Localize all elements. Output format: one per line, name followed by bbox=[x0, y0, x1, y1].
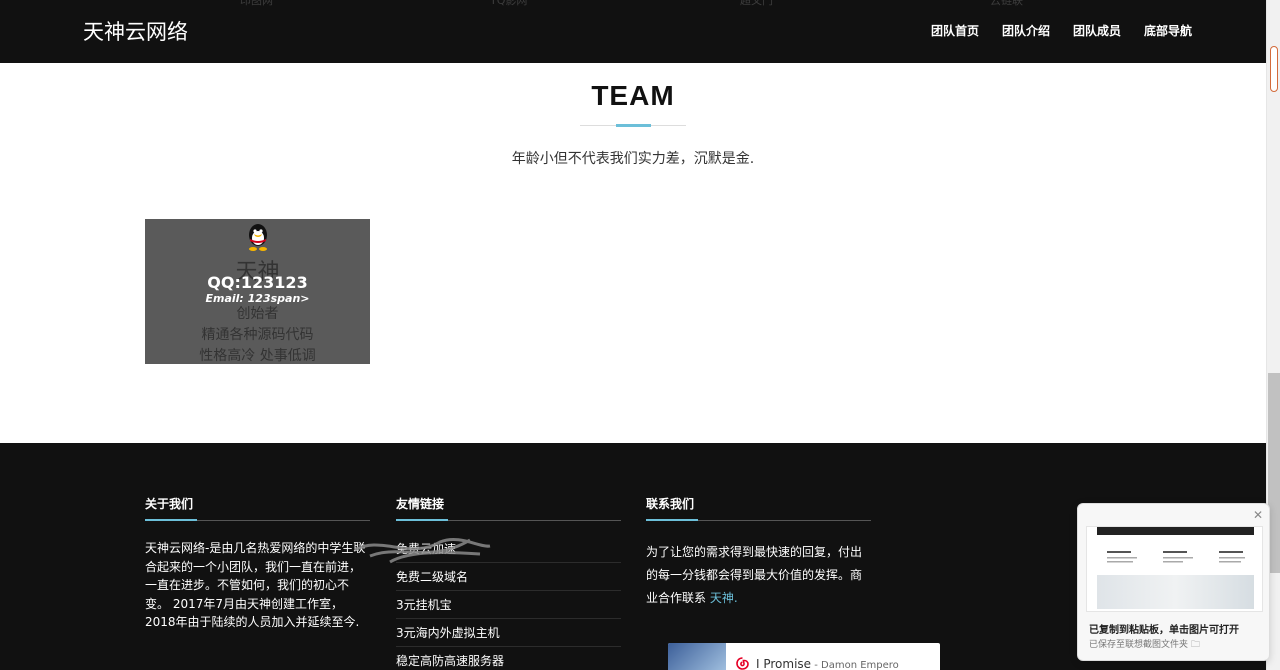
footer-about-text: 天神云网络-是由几名热爱网络的中学生联合起来的一个小团队，我们一直在前进，一直在… bbox=[145, 541, 366, 629]
close-icon[interactable]: ✕ bbox=[1253, 508, 1263, 522]
ghost-link[interactable]: 印图网 bbox=[240, 0, 273, 8]
album-cover bbox=[668, 643, 726, 670]
toast-subtitle: 已保存至联想截图文件夹 🗀 bbox=[1089, 640, 1200, 650]
toast-title: 已复制到粘贴板，单击图片可打开 bbox=[1089, 625, 1239, 636]
top-navbar: 印图网 TQ影网 超文门 云链联 天神云网络 团队首页 团队介绍 团队成员 底部… bbox=[0, 0, 1266, 63]
footer-divider bbox=[646, 519, 871, 521]
thumbnail-header bbox=[1097, 527, 1254, 535]
section-title: TEAM bbox=[591, 80, 675, 111]
nav-team-home[interactable]: 团队首页 bbox=[931, 22, 979, 39]
friend-link[interactable]: 稳定高防高速服务器 bbox=[396, 647, 621, 670]
footer-links-heading: 友情链接 bbox=[396, 497, 445, 511]
ghost-link[interactable]: TQ影网 bbox=[490, 0, 527, 8]
song-artist: - Damon Empero bbox=[811, 660, 899, 670]
nav-team-intro[interactable]: 团队介绍 bbox=[1002, 22, 1050, 39]
footer-links: 友情链接 免费云加速 免费二级域名 3元挂机宝 3元海内外虚拟主机 稳定高防高速… bbox=[396, 495, 621, 670]
friend-link[interactable]: 3元海内外虚拟主机 bbox=[396, 619, 621, 647]
nav-footer[interactable]: 底部导航 bbox=[1144, 22, 1192, 39]
song-title: I Promise bbox=[756, 657, 812, 670]
thumbnail-footer bbox=[1097, 575, 1254, 609]
brand-logo-text[interactable]: 天神云网络 bbox=[83, 16, 188, 46]
member-role: 创始者 bbox=[236, 306, 279, 322]
scrollbar-indicator bbox=[1270, 46, 1278, 92]
screenshot-thumbnail[interactable] bbox=[1086, 526, 1263, 612]
title-accent-bar bbox=[616, 124, 651, 127]
music-track: I Promise - Damon Empero bbox=[756, 657, 899, 670]
footer-contact-text: 为了让您的需求得到最快速的回复，付出的每一分钱都会得到最大价值的发挥。商业合作联… bbox=[646, 541, 871, 610]
contact-body: 为了让您的需求得到最快速的回复，付出的每一分钱都会得到最大价值的发挥。商业合作联… bbox=[646, 545, 863, 605]
member-qq: QQ:123123 bbox=[207, 273, 308, 292]
friend-link[interactable]: 3元挂机宝 bbox=[396, 591, 621, 619]
music-player[interactable]: I Promise - Damon Empero bbox=[668, 643, 940, 670]
screenshot-toast[interactable]: ✕ 已复制到粘贴板，单击图片可打开 已保存至联想截图文件夹 🗀 bbox=[1077, 503, 1270, 661]
qq-penguin-icon bbox=[249, 224, 267, 251]
footer-about-heading: 关于我们 bbox=[145, 497, 194, 511]
section-subtitle: 年龄小但不代表我们实力差，沉默是金. bbox=[511, 151, 755, 167]
thumbnail-columns bbox=[1107, 551, 1245, 563]
main-nav: 团队首页 团队介绍 团队成员 底部导航 bbox=[931, 22, 1192, 39]
netease-music-icon bbox=[735, 656, 750, 670]
nav-team-members[interactable]: 团队成员 bbox=[1073, 22, 1121, 39]
ghost-links: 印图网 TQ影网 超文门 云链联 bbox=[0, 0, 1266, 8]
footer-about: 关于我们 天神云网络-是由几名热爱网络的中学生联合起来的一个小团队，我们一直在前… bbox=[145, 495, 370, 632]
footer-contact: 联系我们 为了让您的需求得到最快速的回复，付出的每一分钱都会得到最大价值的发挥。… bbox=[646, 495, 871, 610]
contact-link[interactable]: 天神. bbox=[710, 591, 738, 605]
member-card[interactable]: 天神 QQ:123123 Email: 123span> 创始者 精通各种源码代… bbox=[145, 219, 370, 364]
ghost-link[interactable]: 超文门 bbox=[740, 0, 773, 8]
member-skill: 精通各种源码代码 bbox=[201, 327, 314, 343]
scribble-annotation bbox=[354, 538, 491, 564]
footer-contact-heading: 联系我们 bbox=[646, 497, 695, 511]
footer-divider bbox=[145, 519, 370, 521]
ghost-link[interactable]: 云链联 bbox=[990, 0, 1023, 8]
member-trait: 性格高冷 处事低调 bbox=[199, 348, 316, 364]
footer-divider bbox=[396, 519, 621, 521]
